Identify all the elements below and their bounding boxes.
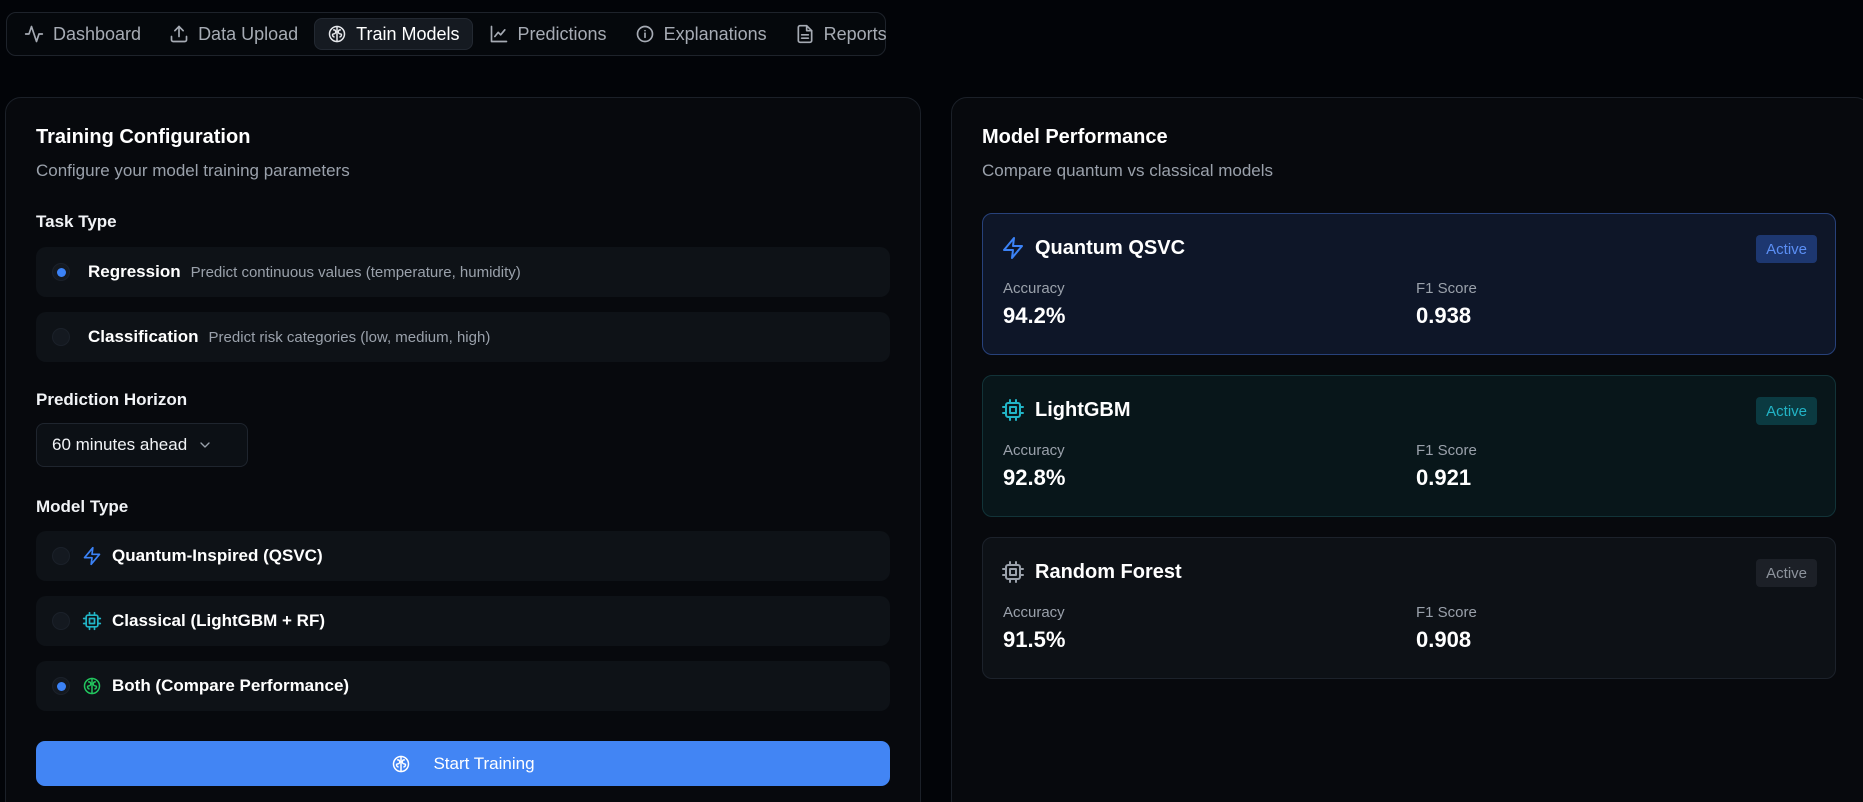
nav-item-data-upload[interactable]: Data Upload bbox=[157, 18, 310, 50]
activity-icon bbox=[24, 25, 44, 43]
select-value: 60 minutes ahead bbox=[52, 435, 188, 454]
radio-button[interactable] bbox=[52, 612, 70, 630]
radio-selected-dot bbox=[56, 267, 66, 277]
brain-icon bbox=[328, 25, 346, 43]
model-option-classical[interactable]: Classical (LightGBM + RF) bbox=[36, 596, 890, 646]
metric-value: 94.2% bbox=[1003, 303, 1066, 328]
metric-value: 0.921 bbox=[1416, 465, 1472, 490]
file-text-icon bbox=[797, 24, 813, 44]
option-description: Predict continuous values (temperature, … bbox=[190, 263, 521, 281]
metric-label: F1 Score bbox=[1416, 442, 1477, 459]
nav-item-label: Explanations bbox=[663, 23, 767, 44]
metric-value: 92.8% bbox=[1003, 465, 1066, 490]
card-header: Quantum QSVC bbox=[1001, 236, 1185, 260]
model-name: Quantum QSVC bbox=[1035, 236, 1186, 259]
model-name: Random Forest bbox=[1035, 560, 1182, 583]
prediction-horizon-select[interactable]: 60 minutes ahead bbox=[36, 423, 248, 467]
nav-item-predictions[interactable]: Predictions bbox=[477, 18, 619, 50]
metric-label: F1 Score bbox=[1416, 604, 1477, 621]
radio-button[interactable] bbox=[52, 263, 70, 281]
model-card-random-forest[interactable]: Random Forest Active Accuracy 91.5% F1 S… bbox=[982, 537, 1836, 679]
metric-value: 0.938 bbox=[1416, 303, 1472, 328]
radio-button[interactable] bbox=[52, 547, 70, 565]
option-title: Quantum-Inspired (QSVC) bbox=[112, 546, 323, 565]
cpu-icon bbox=[82, 611, 102, 631]
radio-selected-dot bbox=[56, 681, 66, 691]
model-option-quantum[interactable]: Quantum-Inspired (QSVC) bbox=[36, 531, 890, 581]
card-header: Random Forest bbox=[1001, 560, 1182, 584]
radio-button[interactable] bbox=[52, 677, 70, 695]
nav-item-dashboard[interactable]: Dashboard bbox=[12, 18, 153, 50]
start-training-button[interactable]: Start Training bbox=[36, 741, 890, 786]
model-card-lightgbm[interactable]: LightGBM Active Accuracy 92.8% F1 Score … bbox=[982, 375, 1836, 517]
task-type-label: Task Type bbox=[36, 212, 117, 231]
status-badge: Active bbox=[1756, 559, 1817, 587]
panel-title: Training Configuration bbox=[36, 126, 251, 148]
panel-subtitle: Configure your model training parameters bbox=[36, 161, 350, 180]
cpu-icon bbox=[1002, 399, 1024, 421]
f1-metric: F1 Score 0.938 bbox=[1416, 280, 1477, 329]
task-option-classification[interactable]: Classification Predict risk categories (… bbox=[36, 312, 890, 362]
accuracy-metric: Accuracy 91.5% bbox=[1003, 604, 1065, 653]
model-option-both[interactable]: Both (Compare Performance) bbox=[36, 661, 890, 711]
metric-label: F1 Score bbox=[1416, 280, 1477, 297]
metric-label: Accuracy bbox=[1003, 280, 1065, 297]
radio-button[interactable] bbox=[52, 328, 70, 346]
nav-item-train-models[interactable]: Train Models bbox=[314, 18, 473, 50]
nav-item-label: Predictions bbox=[517, 23, 607, 44]
model-name: LightGBM bbox=[1035, 398, 1131, 421]
upload-icon bbox=[170, 25, 188, 43]
panel-subtitle: Compare quantum vs classical models bbox=[982, 161, 1274, 180]
panel-title: Model Performance bbox=[982, 126, 1168, 148]
option-description: Predict risk categories (low, medium, hi… bbox=[208, 328, 491, 346]
line-chart-icon bbox=[490, 25, 507, 43]
nav-item-label: Train Models bbox=[356, 23, 460, 44]
brain-icon bbox=[393, 755, 410, 772]
info-icon bbox=[636, 25, 653, 43]
nav-item-label: Data Upload bbox=[198, 23, 299, 44]
brain-icon bbox=[83, 677, 101, 695]
metric-label: Accuracy bbox=[1003, 442, 1065, 459]
model-card-quantum-qsvc[interactable]: Quantum QSVC Active Accuracy 94.2% F1 Sc… bbox=[982, 213, 1836, 355]
option-title: Both (Compare Performance) bbox=[112, 676, 350, 695]
status-badge: Active bbox=[1756, 235, 1817, 263]
training-config-panel: Training Configuration Configure your mo… bbox=[5, 97, 921, 802]
option-title: Classification bbox=[88, 327, 199, 346]
nav-item-label: Dashboard bbox=[53, 23, 142, 44]
option-title: Regression bbox=[88, 262, 181, 281]
zap-icon bbox=[83, 546, 101, 566]
metric-value: 91.5% bbox=[1003, 627, 1066, 652]
main-nav: Dashboard Data Upload Train Models Predi… bbox=[6, 12, 887, 56]
zap-icon bbox=[1003, 237, 1023, 259]
start-training-label: Start Training bbox=[433, 753, 535, 773]
status-badge: Active bbox=[1756, 397, 1817, 425]
task-option-regression[interactable]: Regression Predict continuous values (te… bbox=[36, 247, 890, 297]
model-performance-panel: Model Performance Compare quantum vs cla… bbox=[951, 97, 1863, 802]
option-title: Classical (LightGBM + RF) bbox=[112, 611, 325, 630]
nav-item-label: Reports bbox=[823, 23, 887, 44]
f1-metric: F1 Score 0.908 bbox=[1416, 604, 1477, 653]
f1-metric: F1 Score 0.921 bbox=[1416, 442, 1477, 491]
accuracy-metric: Accuracy 94.2% bbox=[1003, 280, 1065, 329]
nav-item-reports[interactable]: Reports bbox=[783, 18, 899, 50]
metric-label: Accuracy bbox=[1003, 604, 1065, 621]
accuracy-metric: Accuracy 92.8% bbox=[1003, 442, 1065, 491]
prediction-horizon-label: Prediction Horizon bbox=[36, 390, 188, 409]
model-type-label: Model Type bbox=[36, 497, 129, 516]
chevron-down-icon bbox=[200, 442, 210, 448]
card-header: LightGBM bbox=[1001, 398, 1131, 422]
nav-item-explanations[interactable]: Explanations bbox=[623, 18, 779, 50]
cpu-icon bbox=[1002, 561, 1024, 583]
metric-value: 0.908 bbox=[1416, 627, 1472, 652]
